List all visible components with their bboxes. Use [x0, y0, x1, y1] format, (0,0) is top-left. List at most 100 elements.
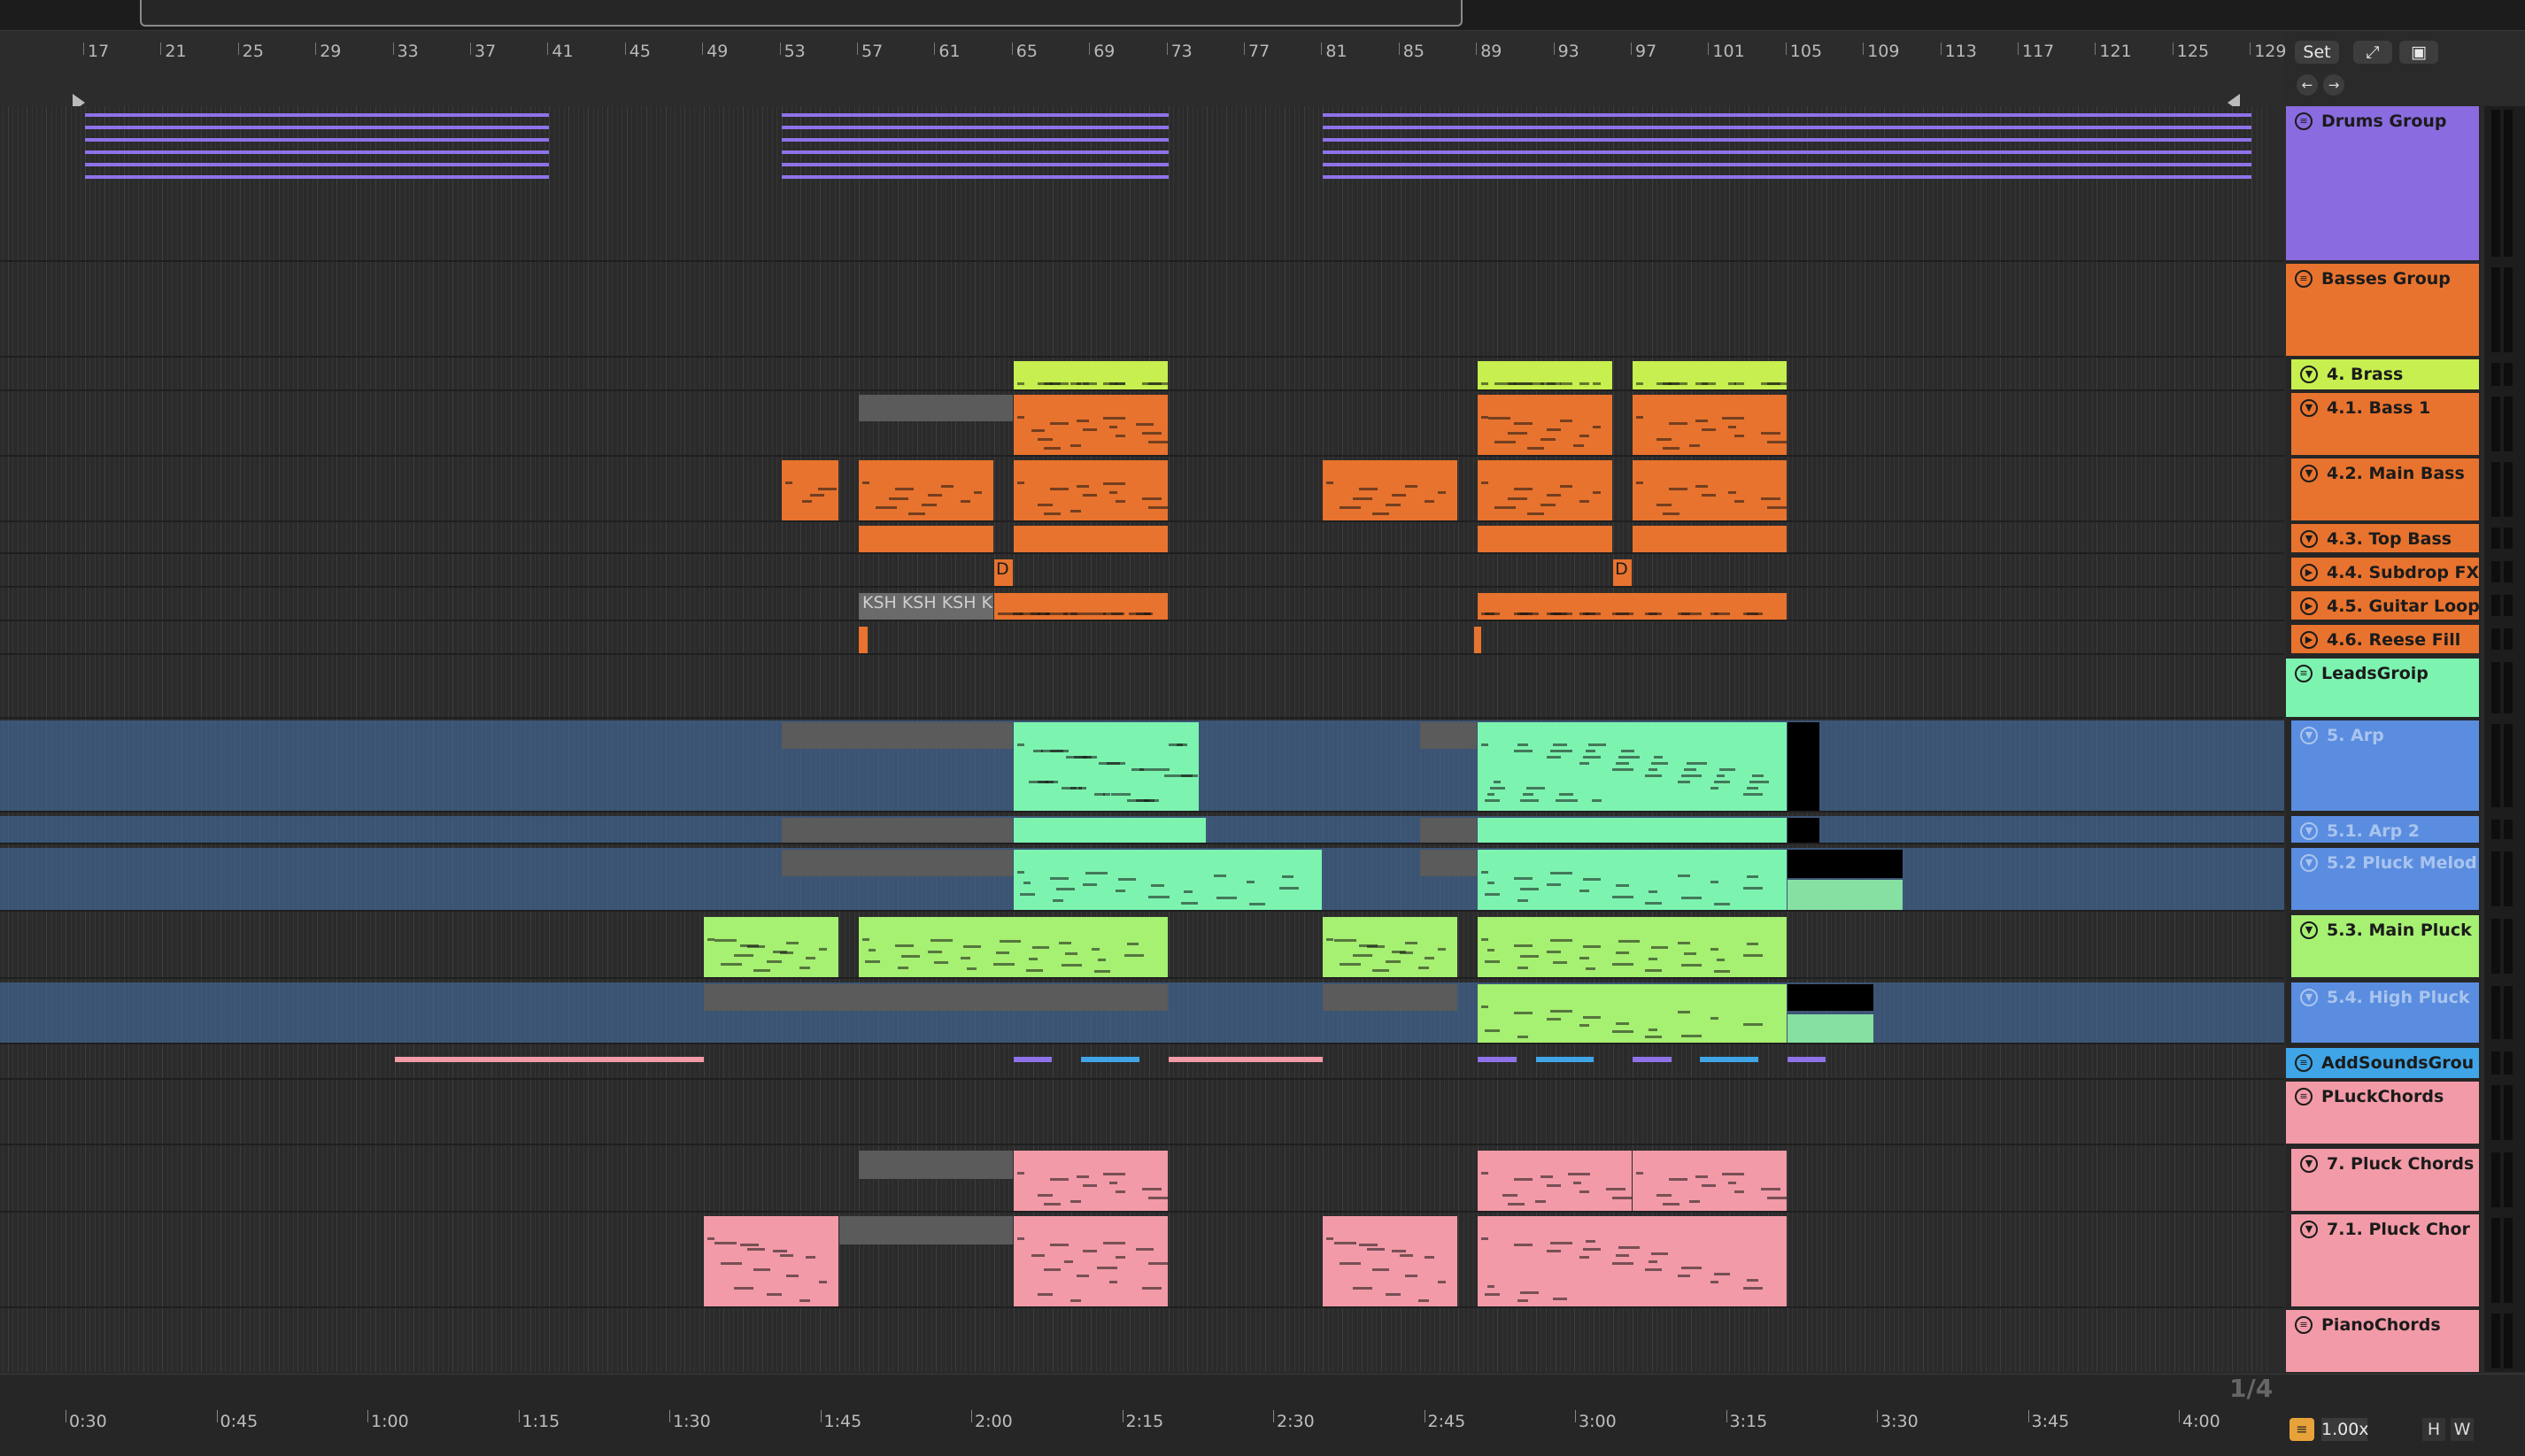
h-button[interactable]: H — [2422, 1418, 2445, 1441]
track-header[interactable]: ▶ 4.6. Reese Fill — [2291, 625, 2479, 653]
overview-view-window[interactable] — [140, 0, 1463, 27]
bass1-ghost-clip[interactable] — [859, 395, 1013, 421]
high-pluck-clip[interactable] — [1478, 984, 1787, 1043]
drum-clip-stripe[interactable] — [1323, 150, 2252, 154]
pluck-chords-clip[interactable] — [1013, 1151, 1168, 1211]
track-name[interactable]: 5.4. High Pluck — [2327, 988, 2470, 1007]
pluck-chord-clip[interactable] — [704, 1216, 839, 1306]
track-name[interactable]: LeadsGroip — [2321, 664, 2428, 683]
reese-fill-clip[interactable] — [859, 627, 868, 653]
top-bass-clip[interactable] — [859, 526, 993, 552]
arp-ghost-clip[interactable] — [1419, 722, 1478, 749]
track-name[interactable]: 4.2. Main Bass — [2327, 464, 2465, 483]
brass-clip[interactable] — [1633, 361, 1787, 389]
arp-hatch-clip[interactable] — [1787, 722, 1819, 811]
track-lane[interactable] — [0, 1082, 2284, 1145]
track-header[interactable]: ≡ Drums Group — [2286, 106, 2479, 260]
track-activator-icon[interactable]: ▼ — [2300, 399, 2318, 417]
track-name[interactable]: 5.3. Main Pluck — [2327, 921, 2472, 940]
reese-fill-clip[interactable] — [1473, 627, 1481, 653]
top-bass-clip[interactable] — [1478, 526, 1613, 552]
addsounds-clip[interactable] — [1478, 1057, 1517, 1062]
drum-clip-stripe[interactable] — [1323, 126, 2252, 129]
bass1-clip[interactable] — [1633, 395, 1787, 455]
track-activator-icon[interactable]: ▼ — [2300, 822, 2318, 840]
pluck-melod-clip[interactable] — [1478, 850, 1787, 910]
drum-clip-stripe[interactable] — [85, 150, 550, 154]
track-activator-icon[interactable]: ▼ — [2300, 366, 2318, 383]
time-ruler[interactable]: 0:30 0:45 1:00 1:15 1:30 1:45 2:00 2:15 2:30 2:45… — [0, 1410, 2284, 1445]
track-name[interactable]: 5.1. Arp 2 — [2327, 821, 2420, 841]
track-header[interactable]: ▼ 4. Brass — [2291, 359, 2479, 389]
addsounds-clip[interactable] — [1787, 1057, 1826, 1062]
track-header[interactable]: ▼ 5.1. Arp 2 — [2291, 816, 2479, 843]
lock-icon[interactable]: ▣ — [2399, 41, 2438, 64]
main-pluck-clip[interactable] — [1478, 917, 1787, 977]
expand-icon[interactable]: ⤢ — [2353, 41, 2392, 64]
group-fold-icon[interactable]: ≡ — [2295, 270, 2313, 288]
track-activator-icon[interactable]: ▼ — [2300, 1155, 2318, 1173]
guitar-loop-clip[interactable] — [1478, 593, 1787, 620]
drum-clip-stripe[interactable] — [781, 175, 1169, 179]
drum-clip-stripe[interactable] — [85, 175, 550, 179]
pluck-chords-clip[interactable] — [1478, 1151, 1632, 1211]
main-bass-clip[interactable] — [1478, 460, 1613, 520]
main-pluck-clip[interactable] — [704, 917, 839, 977]
set-button[interactable]: Set — [2295, 41, 2339, 64]
arp2-clip[interactable] — [1478, 818, 1787, 843]
high-pluck-hatch-clip[interactable] — [1787, 984, 1874, 1011]
drum-clip-stripe[interactable] — [781, 163, 1169, 166]
subdrop-clip[interactable]: D — [993, 559, 1013, 586]
track-lane[interactable] — [0, 106, 2284, 262]
track-name[interactable]: 4.3. Top Bass — [2327, 529, 2452, 549]
track-activator-icon[interactable]: ▼ — [2300, 989, 2318, 1006]
drum-clip-stripe[interactable] — [85, 126, 550, 129]
high-pluck-clip[interactable] — [1787, 1014, 1874, 1043]
pluck-chords-clip[interactable] — [1633, 1151, 1787, 1211]
track-name[interactable]: 7. Pluck Chords — [2327, 1154, 2474, 1174]
track-name[interactable]: 4.4. Subdrop FX — [2327, 563, 2479, 582]
drum-clip-stripe[interactable] — [781, 138, 1169, 142]
track-header[interactable]: ▼ 4.2. Main Bass — [2291, 458, 2479, 520]
track-name[interactable]: Drums Group — [2321, 112, 2447, 131]
track-lane[interactable] — [0, 1310, 2284, 1372]
track-activator-icon[interactable]: ▼ — [2300, 854, 2318, 872]
group-fold-icon[interactable]: ≡ — [2295, 1316, 2313, 1334]
track-name[interactable]: 4.6. Reese Fill — [2327, 630, 2460, 650]
track-name[interactable]: Basses Group — [2321, 269, 2451, 289]
pluck-melod-ghost-clip[interactable] — [1419, 850, 1478, 876]
track-name[interactable]: 5. Arp — [2327, 726, 2384, 745]
drum-clip-stripe[interactable] — [781, 113, 1169, 117]
addsounds-clip[interactable] — [1081, 1057, 1139, 1062]
track-activator-icon[interactable]: ▶ — [2300, 564, 2318, 582]
main-bass-clip[interactable] — [1633, 460, 1787, 520]
track-lane[interactable] — [0, 625, 2284, 655]
track-name[interactable]: 4. Brass — [2327, 365, 2403, 384]
main-bass-clip[interactable] — [781, 460, 839, 520]
arp2-clip[interactable] — [1013, 818, 1207, 843]
arp-ghost-clip[interactable] — [781, 722, 1013, 749]
track-lane[interactable] — [0, 264, 2284, 358]
zoom-value[interactable]: 1.00x — [2321, 1418, 2369, 1441]
pluck-chord-clip[interactable] — [1323, 1216, 1458, 1306]
track-header[interactable]: ▼ 5.4. High Pluck — [2291, 982, 2479, 1043]
brass-clip[interactable] — [1478, 361, 1613, 389]
bass1-clip[interactable] — [1478, 395, 1613, 455]
track-activator-icon[interactable]: ▼ — [2300, 727, 2318, 744]
drum-clip-stripe[interactable] — [1323, 138, 2252, 142]
track-header[interactable]: ▼ 5.3. Main Pluck — [2291, 915, 2479, 977]
arrangement-overview[interactable] — [0, 0, 2525, 31]
pluck-chords-ghost-clip[interactable] — [859, 1151, 1013, 1179]
main-bass-clip[interactable] — [1013, 460, 1168, 520]
track-activator-icon[interactable]: ▼ — [2300, 465, 2318, 482]
track-lane[interactable] — [0, 659, 2284, 719]
drum-clip-stripe[interactable] — [85, 163, 550, 166]
track-header[interactable]: ≡ Basses Group — [2286, 264, 2479, 356]
track-header[interactable]: ≡ PianoChords — [2286, 1310, 2479, 1372]
arp2-hatch-clip[interactable] — [1787, 818, 1819, 843]
main-pluck-clip[interactable] — [859, 917, 1168, 977]
group-fold-icon[interactable]: ≡ — [2295, 1054, 2313, 1072]
subdrop-clip[interactable]: D — [1613, 559, 1632, 586]
track-name[interactable]: PianoChords — [2321, 1315, 2441, 1335]
track-activator-icon[interactable]: ▼ — [2300, 921, 2318, 939]
